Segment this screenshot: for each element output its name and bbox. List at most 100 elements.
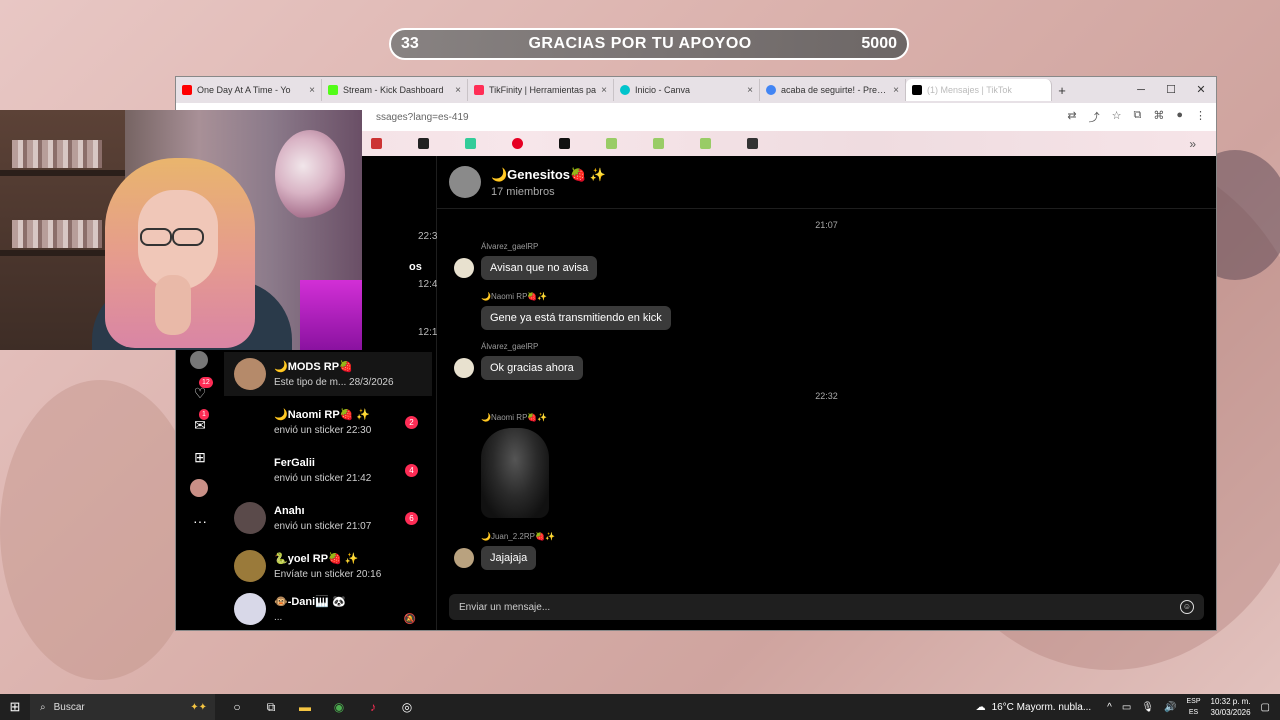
extension-icon[interactable]: ⧉ (1133, 109, 1141, 125)
tikfinity-icon (474, 85, 484, 95)
message-bubble[interactable]: Ok gracias ahora (481, 356, 583, 380)
avatar (234, 550, 266, 582)
translate-icon[interactable]: ⇄ (1067, 109, 1076, 125)
wallpaper-shape (0, 380, 200, 680)
weather-widget[interactable]: ☁ 16°C Mayorm. nubla... (976, 702, 1092, 713)
avatar[interactable] (454, 258, 474, 278)
profile-avatar[interactable]: ● (1176, 109, 1183, 125)
message-composer[interactable]: Enviar un mensaje... ☺ (449, 594, 1204, 620)
activity-button[interactable]: ♡ 12 (190, 377, 213, 403)
member-count[interactable]: 17 miembros (491, 186, 606, 198)
lang-primary: ESP (1186, 698, 1201, 705)
message-bubble[interactable]: Jajajaja (481, 546, 537, 570)
menu-icon[interactable]: ⋮ (1195, 109, 1206, 125)
tiktok-icon[interactable] (559, 138, 570, 149)
webcam-overlay (0, 110, 362, 350)
sparkle-icon: ✦✦ (190, 701, 207, 713)
close-window-button[interactable]: ✕ (1186, 77, 1216, 103)
tab-label: Inicio - Canva (635, 85, 691, 95)
upload-button[interactable]: ⊞ (190, 447, 210, 467)
tab-tikfinity[interactable]: TikFinity | Herramientas pa × (468, 79, 614, 101)
bookmark-icon[interactable] (465, 138, 476, 149)
conversation-item[interactable]: FerGalii envió un sticker 21:42 4 (224, 448, 432, 492)
network-icon[interactable]: ▭ (1122, 702, 1131, 713)
close-icon[interactable]: × (455, 85, 461, 96)
close-icon[interactable]: × (747, 85, 753, 96)
bookmark-icon[interactable] (700, 138, 711, 149)
notifications-icon[interactable]: ▢ (1261, 702, 1270, 713)
puzzle-icon[interactable]: ⌘ (1153, 109, 1164, 125)
close-icon[interactable]: × (309, 85, 315, 96)
unread-badge: 2 (405, 416, 418, 429)
message: 🌙Juan_2.2RP🍓✨ Jajajaja (454, 532, 555, 570)
bookmark-icon[interactable] (371, 138, 382, 149)
tab-bar: One Day At A Time - Yo × Stream - Kick D… (176, 77, 1216, 103)
message-author: Álvarez_gaelRP (481, 242, 539, 251)
window-controls: ─ ☐ ✕ (1126, 77, 1216, 103)
conversation-item[interactable]: Anahı envió un sticker 21:07 6 (224, 496, 432, 540)
emoji-icon[interactable]: ☺ (1180, 600, 1194, 614)
tiktok-live-icon[interactable]: ♪ (363, 697, 383, 717)
search-box[interactable]: ⌕ Buscar ✦✦ (30, 694, 215, 720)
goal-target: 5000 (861, 35, 897, 52)
message-bubble[interactable]: Gene ya está transmitiendo en kick (481, 306, 671, 330)
avatar[interactable] (454, 358, 474, 378)
message-author: 🌙Naomi RP🍓✨ (481, 292, 548, 301)
tab-kick[interactable]: Stream - Kick Dashboard × (322, 79, 468, 101)
more-button[interactable]: ··· (190, 511, 210, 531)
avatar (234, 502, 266, 534)
bookmark-icon[interactable] (747, 138, 758, 149)
globe-icon (766, 85, 776, 95)
chrome-icon[interactable]: ◉ (329, 697, 349, 717)
task-view-icon[interactable]: ⧉ (261, 697, 281, 717)
avatar (234, 454, 266, 486)
pinterest-icon[interactable] (512, 138, 523, 149)
conversation-item[interactable]: 🐍yoel RP🍓 ✨ Envíate un sticker 20:16 (224, 544, 432, 588)
conv-name-partial: os (409, 261, 422, 273)
maximize-button[interactable]: ☐ (1156, 77, 1186, 103)
conversation-item[interactable]: 🌙MODS RP🍓 Este tipo de m... 28/3/2026 (224, 352, 432, 396)
minimize-button[interactable]: ─ (1126, 77, 1156, 103)
tab-youtube[interactable]: One Day At A Time - Yo × (176, 79, 322, 101)
search-label: Buscar (53, 701, 85, 713)
file-explorer-icon[interactable]: ▬ (295, 697, 315, 717)
speaker-icon[interactable]: 🔊 (1164, 702, 1176, 713)
activity-badge: 12 (199, 377, 213, 388)
tab-canva[interactable]: Inicio - Canva × (614, 79, 760, 101)
profile-button[interactable] (190, 479, 210, 499)
kick-icon (328, 85, 338, 95)
bookmark-icon[interactable] (653, 138, 664, 149)
chevron-up-icon[interactable]: ^ (1107, 702, 1112, 713)
sticker-image[interactable] (481, 428, 549, 518)
avatar (190, 351, 208, 369)
obs-icon[interactable]: ◎ (397, 697, 417, 717)
cortana-icon[interactable]: ○ (227, 697, 247, 717)
tab-tiktok[interactable]: (1) Mensajes | TikTok (906, 79, 1052, 101)
close-icon[interactable]: × (601, 85, 607, 96)
windows-start-icon[interactable]: ⊞ (0, 699, 30, 715)
group-name[interactable]: 🌙Genesitos🍓 ✨ (491, 167, 606, 183)
group-avatar[interactable] (449, 166, 481, 198)
bookmark-icon[interactable] (606, 138, 617, 149)
star-icon[interactable]: ☆ (1112, 109, 1122, 125)
conversation-item[interactable]: 🌙Naomi RP🍓 ✨ envió un sticker 22:30 2 (224, 400, 432, 444)
avatar (190, 479, 208, 497)
microphone-icon[interactable]: 🎙 (1141, 702, 1154, 713)
tab-presentation[interactable]: acaba de seguirte! - Presen × (760, 79, 906, 101)
rail-avatar-button[interactable] (190, 351, 210, 371)
download-icon[interactable] (418, 138, 429, 149)
share-icon[interactable]: ⤴ (1089, 109, 1100, 125)
close-icon[interactable]: × (893, 85, 899, 96)
conversation-item[interactable]: 🐵-Dani🎹 🐼... 🔕 (224, 592, 432, 626)
clock[interactable]: 10:32 p. m. 30/03/2026 (1211, 696, 1251, 718)
message-bubble[interactable]: Avisan que no avisa (481, 256, 598, 280)
avatar[interactable] (454, 548, 474, 568)
new-tab-button[interactable]: + (1052, 83, 1072, 98)
messages-button[interactable]: ✉ 1 (190, 409, 210, 435)
message-input[interactable]: Enviar un mensaje... (459, 602, 550, 613)
search-icon: ⌕ (40, 701, 46, 713)
chevron-right-icon[interactable]: » (1189, 137, 1196, 151)
message: Álvarez_gaelRP Avisan que no avisa (454, 242, 598, 280)
goal-current: 33 (401, 35, 419, 52)
language-indicator[interactable]: ESP ES (1186, 696, 1200, 718)
